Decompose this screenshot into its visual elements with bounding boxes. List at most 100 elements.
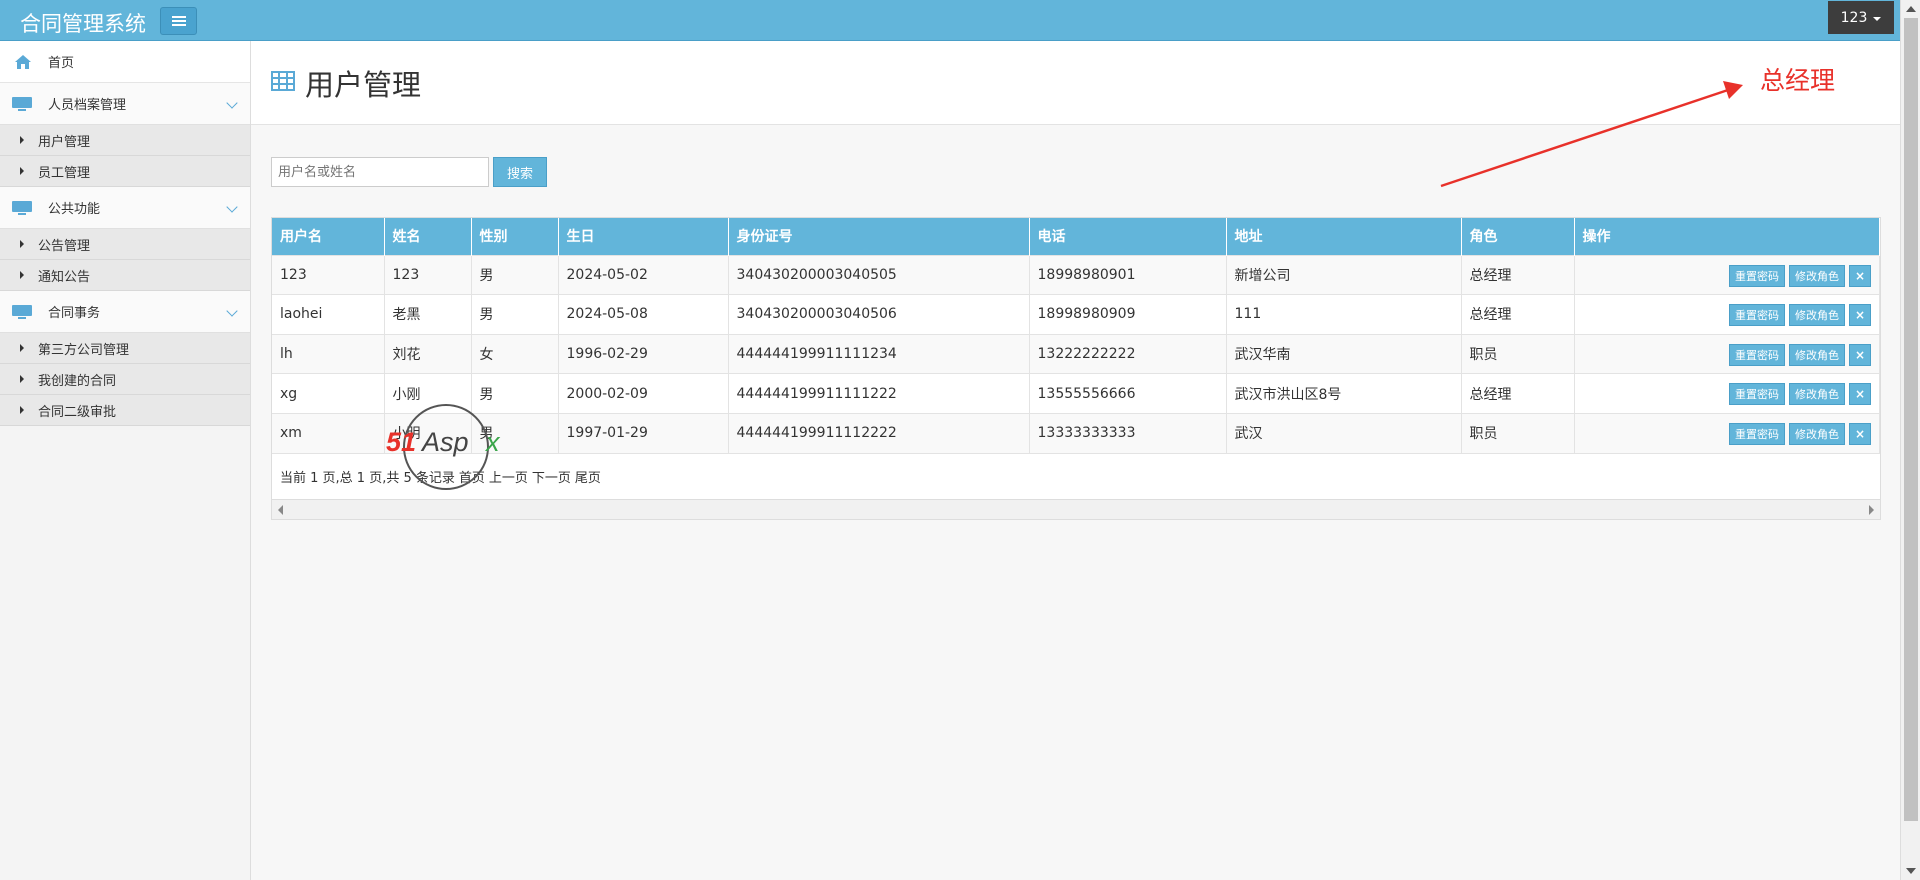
table-row: 123 123 男 2024-05-02 340430200003040505 18998… [272,254,1880,295]
search-button[interactable]: 搜索 [493,157,547,187]
sidebar-item-employee-management[interactable]: 员工管理 [0,156,250,187]
sidebar-item-third-party[interactable]: 第三方公司管理 [0,333,250,364]
sidebar: 首页 人员档案管理 用户管理 员工管理 公共功能 公告管理 通知公告 合同事务 … [0,41,251,880]
sidebar-item-label: 通知公告 [38,269,91,285]
row-actions: 重置密码 修改角色 × [1729,264,1871,287]
table-cell: 111 [1226,294,1462,335]
table-cell: xg [272,373,385,414]
sidebar-item-label: 我创建的合同 [38,373,117,389]
actions-cell: 重置密码 修改角色 × [1574,333,1880,374]
svg-text:x: x [484,427,501,457]
reset-password-button[interactable]: 重置密码 [1729,264,1785,287]
delete-button[interactable]: × [1849,422,1871,445]
pager-last-link[interactable]: 尾页 [575,467,601,486]
table-cell: 职员 [1461,333,1575,374]
reset-password-button[interactable]: 重置密码 [1729,383,1785,406]
column-header: 性别 [471,218,559,255]
column-header: 身份证号 [728,218,1030,255]
delete-button[interactable]: × [1849,304,1871,327]
scroll-up-icon[interactable] [1906,6,1916,12]
horizontal-scrollbar[interactable] [272,498,1880,519]
sidebar-group-personnel[interactable]: 人员档案管理 [0,83,250,125]
sidebar-item-second-approval[interactable]: 合同二级审批 [0,395,250,426]
column-header: 用户名 [272,218,385,255]
table-cell: 男 [471,254,559,295]
sidebar-item-label: 合同二级审批 [38,404,117,420]
table-cell: 13222222222 [1029,333,1227,374]
actions-cell: 重置密码 修改角色 × [1574,294,1880,335]
row-actions: 重置密码 修改角色 × [1729,343,1871,366]
menu-icon [171,16,186,26]
red-arrow-annotation [1440,81,1743,188]
table-cell: 1997-01-29 [558,412,729,453]
table-icon [271,71,295,91]
sidebar-group-label: 公共功能 [48,202,101,217]
table-cell: 13333333333 [1029,412,1227,453]
sidebar-group-label: 人员档案管理 [48,98,127,113]
sidebar-toggle-button[interactable] [160,7,197,35]
sidebar-item-label: 用户管理 [38,134,91,150]
edit-role-button[interactable]: 修改角色 [1789,304,1845,327]
user-name: 123 [1840,9,1868,26]
table-cell: 刘花 [384,333,472,374]
role-annotation: 总经理 [1760,66,1836,95]
sidebar-group-contracts[interactable]: 合同事务 [0,291,250,333]
edit-role-button[interactable]: 修改角色 [1789,422,1845,445]
home-icon [15,54,31,69]
actions-cell: 重置密码 修改角色 × [1574,412,1880,453]
table-cell: laohei [272,294,385,335]
table-cell: 职员 [1461,412,1575,453]
column-header: 电话 [1029,218,1227,255]
table-cell: 444444199911111234 [728,333,1030,374]
scrollbar-thumb[interactable] [1904,18,1918,821]
sidebar-item-home[interactable]: 首页 [0,41,250,83]
table-cell: 340430200003040506 [728,294,1030,335]
table-cell: xm [272,412,385,453]
pager-next-link[interactable]: 下一页 [532,467,571,486]
reset-password-button[interactable]: 重置密码 [1729,422,1785,445]
table-cell: 2024-05-02 [558,254,729,295]
table-cell: 总经理 [1461,254,1575,295]
sidebar-item-user-management[interactable]: 用户管理 [0,125,250,156]
monitor-icon [12,200,32,215]
table-cell: 123 [384,254,472,295]
chevron-down-icon [226,305,238,317]
row-actions: 重置密码 修改角色 × [1729,304,1871,327]
delete-button[interactable]: × [1849,264,1871,287]
watermark-logo: 51 Asp x [386,404,501,490]
vertical-scrollbar[interactable] [1900,0,1920,880]
table-cell: 444444199911111222 [728,373,1030,414]
scroll-down-icon[interactable] [1906,868,1916,874]
caret-right-icon [20,271,24,279]
column-header: 操作 [1574,218,1880,255]
table-cell: 老黑 [384,294,472,335]
scroll-right-icon[interactable] [1869,504,1874,515]
table-row: lh 刘花女 1996-02-29 444444199911111234 1322222… [272,333,1880,374]
table-cell: 武汉市洪山区8号 [1226,373,1462,414]
sidebar-item-notice[interactable]: 通知公告 [0,260,250,291]
caret-right-icon [20,375,24,383]
delete-button[interactable]: × [1849,383,1871,406]
edit-role-button[interactable]: 修改角色 [1789,264,1845,287]
edit-role-button[interactable]: 修改角色 [1789,383,1845,406]
monitor-icon [12,304,32,319]
svg-text:Asp: Asp [420,427,469,457]
table-cell: 18998980909 [1029,294,1227,335]
page-title: 用户管理 [305,68,422,102]
sidebar-item-announcement-management[interactable]: 公告管理 [0,229,250,260]
scroll-left-icon[interactable] [278,504,283,515]
reset-password-button[interactable]: 重置密码 [1729,343,1785,366]
sidebar-group-common[interactable]: 公共功能 [0,187,250,229]
table-row: laohei 老黑男 2024-05-08 340430200003040506 189… [272,294,1880,335]
delete-button[interactable]: × [1849,343,1871,366]
table-cell: 444444199911112222 [728,412,1030,453]
table-cell: 总经理 [1461,294,1575,335]
edit-role-button[interactable]: 修改角色 [1789,343,1845,366]
user-menu-button[interactable]: 123 [1828,1,1894,34]
monitor-icon [12,96,32,111]
reset-password-button[interactable]: 重置密码 [1729,304,1785,327]
sidebar-item-my-contracts[interactable]: 我创建的合同 [0,364,250,395]
search-input[interactable] [271,157,489,187]
sidebar-item-label: 第三方公司管理 [38,342,130,358]
actions-cell: 重置密码 修改角色 × [1574,373,1880,414]
